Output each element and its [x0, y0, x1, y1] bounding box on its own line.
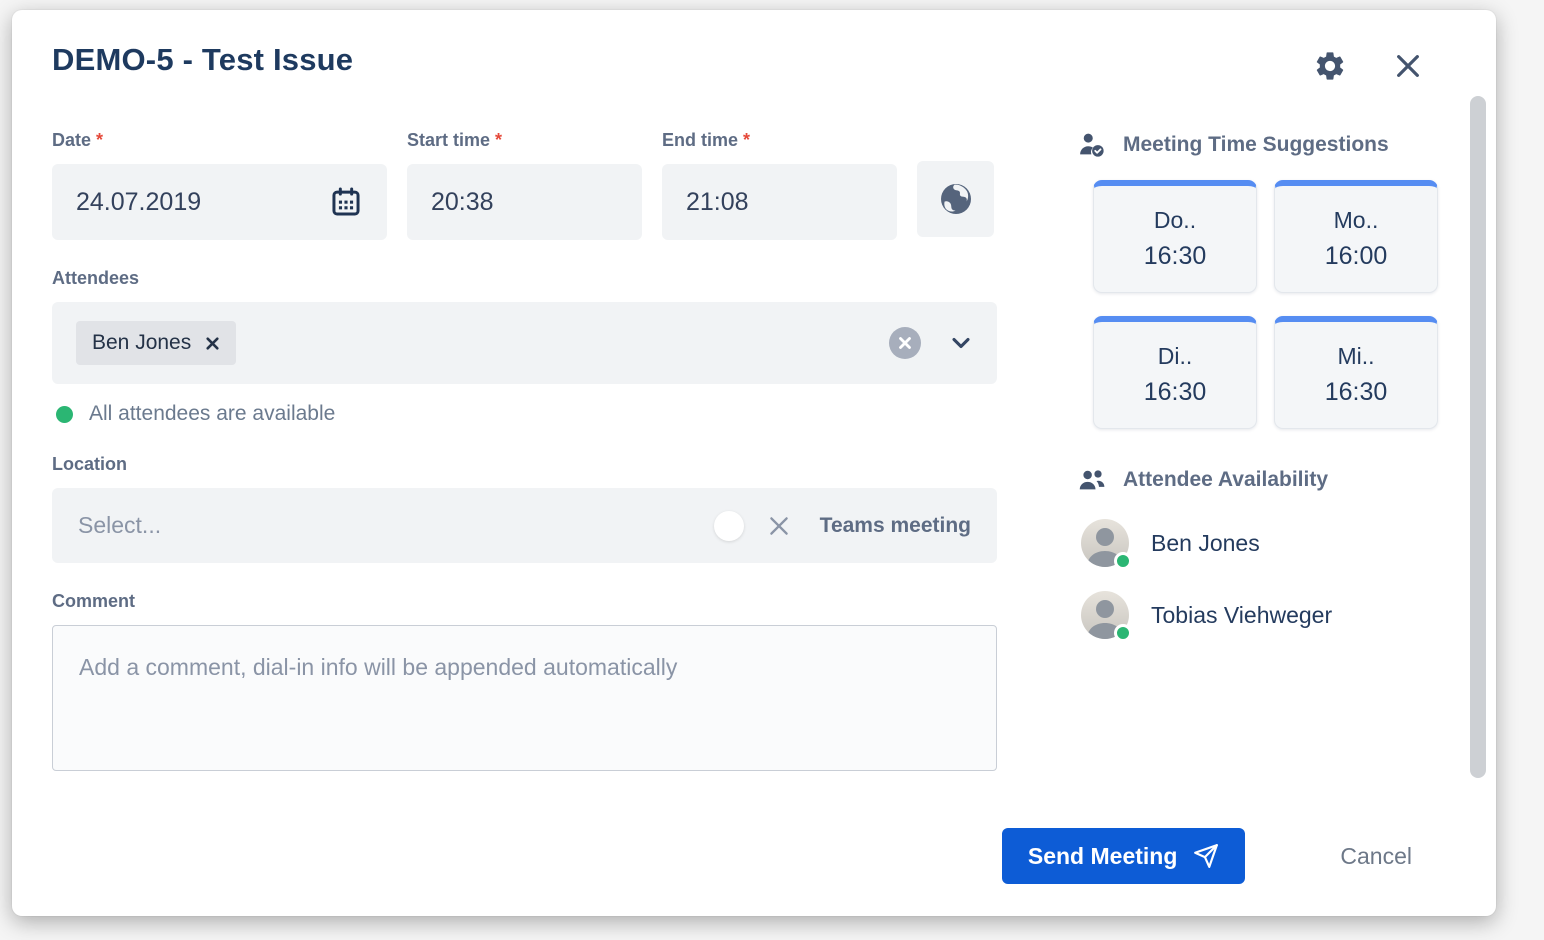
calendar-icon[interactable] [329, 185, 363, 219]
people-icon [1077, 465, 1107, 495]
close-icon[interactable] [1390, 48, 1426, 84]
send-meeting-label: Send Meeting [1028, 843, 1178, 870]
globe-icon [936, 179, 976, 219]
send-icon [1193, 843, 1219, 869]
date-required-asterisk: * [96, 130, 103, 150]
end-time-value: 21:08 [686, 188, 749, 217]
suggestion-card[interactable]: Mi.. 16:30 [1274, 316, 1438, 429]
dialog-title: DEMO-5 - Test Issue [52, 42, 353, 78]
dialog-footer: Send Meeting Cancel [1002, 828, 1412, 884]
date-label: Date* [52, 130, 387, 151]
date-input[interactable]: 24.07.2019 [52, 164, 387, 240]
end-time-required-asterisk: * [743, 130, 750, 150]
teams-meeting-toggle[interactable] [714, 511, 744, 541]
comment-label: Comment [52, 591, 997, 612]
teams-meeting-label: Teams meeting [820, 514, 971, 538]
suggestion-time: 16:30 [1325, 378, 1388, 407]
end-time-field-group: End time* 21:08 [662, 130, 897, 240]
suggestions-title: Meeting Time Suggestions [1123, 133, 1389, 157]
suggestion-card[interactable]: Mo.. 16:00 [1274, 180, 1438, 293]
suggestions-column: Meeting Time Suggestions Do.. 16:30 Mo..… [1077, 130, 1456, 776]
chevron-down-icon[interactable] [947, 329, 975, 357]
end-time-label-text: End time [662, 130, 738, 150]
datetime-row: Date* 24.07.2019 Start time* 20:38 [52, 130, 997, 240]
availability-status: All attendees are available [56, 402, 997, 426]
presence-available-dot [1114, 552, 1132, 570]
suggestion-time: 16:00 [1325, 242, 1388, 271]
end-time-input[interactable]: 21:08 [662, 164, 897, 240]
comment-textarea[interactable] [52, 625, 997, 771]
remove-attendee-icon[interactable] [205, 336, 220, 351]
attendees-label: Attendees [52, 268, 997, 289]
timezone-button[interactable] [917, 161, 994, 237]
availability-title: Attendee Availability [1123, 468, 1328, 492]
comment-section: Comment [52, 591, 997, 776]
start-time-value: 20:38 [431, 188, 494, 217]
end-time-label: End time* [662, 130, 897, 151]
header-actions [1312, 48, 1426, 84]
suggestions-header: Meeting Time Suggestions [1077, 130, 1456, 160]
location-section: Location Teams meeting [52, 454, 997, 563]
suggestion-time: 16:30 [1144, 378, 1207, 407]
dialog-body: Date* 24.07.2019 Start time* 20:38 [52, 130, 1456, 776]
start-time-required-asterisk: * [495, 130, 502, 150]
start-time-label-text: Start time [407, 130, 490, 150]
cancel-button[interactable]: Cancel [1340, 843, 1412, 870]
start-time-input[interactable]: 20:38 [407, 164, 642, 240]
meeting-dialog: DEMO-5 - Test Issue Date* 24.07.2019 [12, 10, 1496, 916]
date-field-group: Date* 24.07.2019 [52, 130, 387, 240]
attendee-name: Tobias Viehweger [1151, 602, 1332, 629]
attendees-controls [889, 327, 975, 359]
person-check-icon [1077, 130, 1107, 160]
avatar [1081, 519, 1129, 567]
suggestions-grid: Do.. 16:30 Mo.. 16:00 Di.. 16:30 Mi.. 16… [1093, 180, 1456, 429]
suggestion-card[interactable]: Do.. 16:30 [1093, 180, 1257, 293]
date-label-text: Date [52, 130, 91, 150]
scrollbar-thumb[interactable] [1470, 96, 1486, 778]
attendee-chip[interactable]: Ben Jones [76, 321, 236, 365]
dialog-header: DEMO-5 - Test Issue [52, 42, 1456, 84]
clear-location-icon[interactable] [766, 513, 792, 539]
suggestion-time: 16:30 [1144, 242, 1207, 271]
suggestion-day: Mi.. [1337, 343, 1374, 370]
start-time-field-group: Start time* 20:38 [407, 130, 642, 240]
location-label: Location [52, 454, 997, 475]
suggestion-day: Do.. [1154, 207, 1196, 234]
availability-header: Attendee Availability [1077, 465, 1456, 495]
send-meeting-button[interactable]: Send Meeting [1002, 828, 1246, 884]
avatar [1081, 591, 1129, 639]
location-input[interactable] [78, 512, 714, 539]
settings-gear-icon[interactable] [1312, 48, 1348, 84]
availability-status-text: All attendees are available [89, 402, 335, 426]
attendee-availability-row: Ben Jones [1081, 519, 1456, 567]
presence-available-dot [1114, 624, 1132, 642]
attendees-input[interactable]: Ben Jones [52, 302, 997, 384]
available-dot-icon [56, 406, 73, 423]
attendee-availability-row: Tobias Viehweger [1081, 591, 1456, 639]
suggestion-card[interactable]: Di.. 16:30 [1093, 316, 1257, 429]
attendee-chip-name: Ben Jones [92, 331, 191, 355]
suggestion-day: Di.. [1158, 343, 1193, 370]
attendees-section: Attendees Ben Jones [52, 268, 997, 426]
attendee-name: Ben Jones [1151, 530, 1260, 557]
clear-attendees-icon[interactable] [889, 327, 921, 359]
date-value: 24.07.2019 [76, 188, 201, 217]
location-select[interactable]: Teams meeting [52, 488, 997, 563]
start-time-label: Start time* [407, 130, 642, 151]
form-column: Date* 24.07.2019 Start time* 20:38 [52, 130, 997, 776]
suggestion-day: Mo.. [1334, 207, 1379, 234]
